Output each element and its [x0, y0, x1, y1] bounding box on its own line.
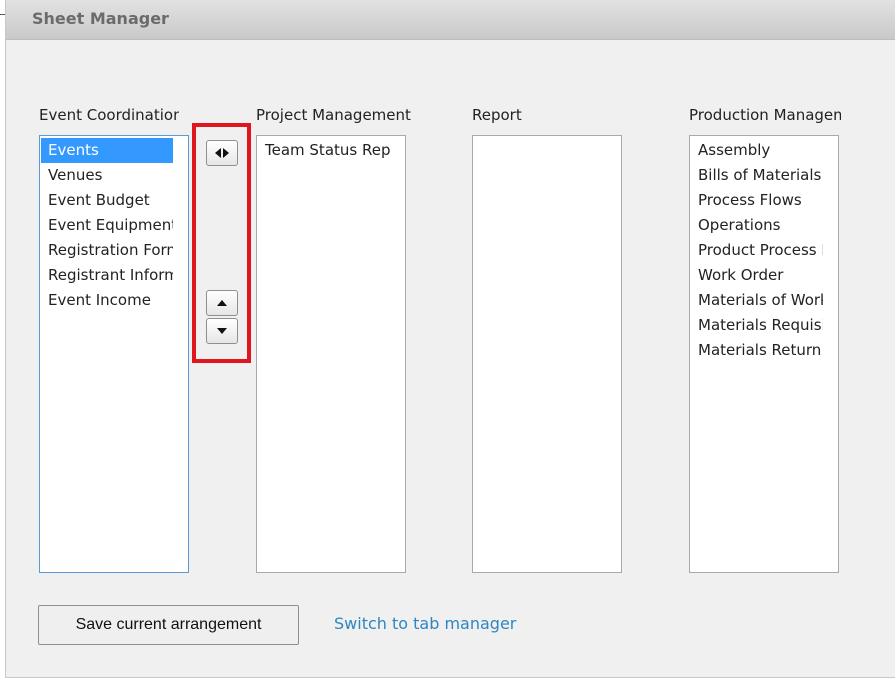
column-label-production-management: Production Managem	[689, 106, 841, 124]
switch-to-tab-manager-link[interactable]: Switch to tab manager	[334, 614, 516, 633]
list-item[interactable]: Event Budget	[41, 188, 173, 213]
column-label-event-coordination: Event Coordination	[39, 106, 179, 124]
move-down-button[interactable]	[206, 318, 238, 344]
triangle-up-icon	[217, 300, 227, 306]
move-left-right-button[interactable]	[206, 140, 238, 166]
move-up-button[interactable]	[206, 290, 238, 316]
list-item[interactable]: Materials of Work	[691, 288, 823, 313]
list-item[interactable]: Event Equipment I	[41, 213, 173, 238]
column-label-report: Report	[472, 106, 522, 124]
project-management-list[interactable]: Team Status Repo	[256, 135, 406, 573]
list-item[interactable]: Registration Form	[41, 238, 173, 263]
list-item[interactable]: Registrant Informa	[41, 263, 173, 288]
save-arrangement-button[interactable]: Save current arrangement	[38, 605, 299, 645]
column-label-project-management: Project Management	[256, 106, 411, 124]
dialog-titlebar[interactable]: Sheet Manager	[6, 0, 895, 40]
dialog-title: Sheet Manager	[32, 9, 169, 28]
report-list[interactable]	[472, 135, 622, 573]
list-item[interactable]: Assembly	[691, 138, 823, 163]
list-item[interactable]: Venues	[41, 163, 173, 188]
list-item[interactable]: Product Process Fl	[691, 238, 823, 263]
production-management-list[interactable]: Assembly Bills of Materials (I Process F…	[689, 135, 839, 573]
list-item[interactable]: Event Income	[41, 288, 173, 313]
list-item[interactable]: Bills of Materials (I	[691, 163, 823, 188]
event-coordination-list[interactable]: Events Venues Event Budget Event Equipme…	[39, 135, 189, 573]
list-item[interactable]: Work Order	[691, 263, 823, 288]
list-item[interactable]: Materials Return	[691, 338, 823, 363]
left-right-arrows-icon	[215, 148, 229, 158]
triangle-down-icon	[217, 328, 227, 334]
list-item[interactable]: Events	[41, 138, 173, 163]
list-item[interactable]: Process Flows	[691, 188, 823, 213]
list-item[interactable]: Team Status Repo	[258, 138, 390, 163]
list-item[interactable]: Operations	[691, 213, 823, 238]
list-item[interactable]: Materials Requisit	[691, 313, 823, 338]
